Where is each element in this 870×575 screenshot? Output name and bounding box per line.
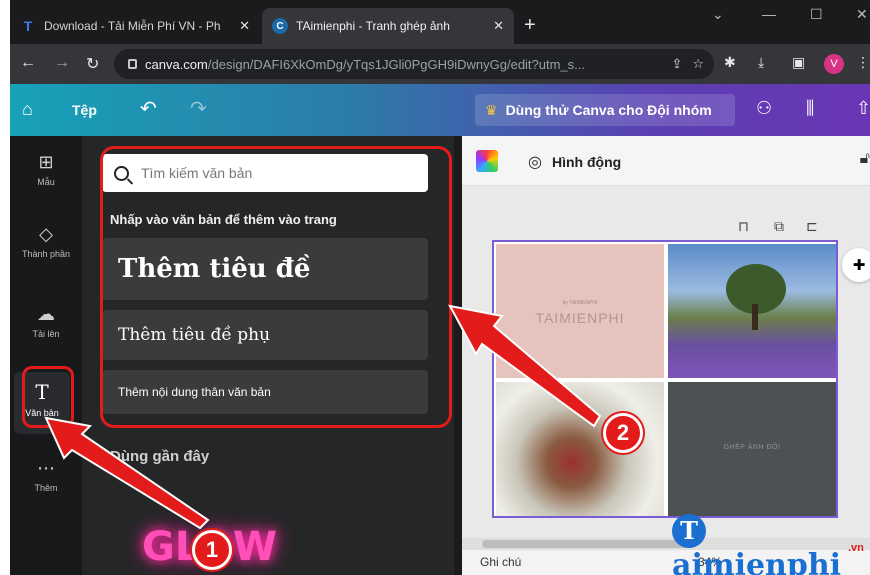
menu-kebab-icon[interactable]: ⋮ [856, 54, 870, 71]
animate-icon: ◎ [528, 154, 542, 171]
notes-button[interactable]: Ghi chú [480, 555, 521, 569]
back-arrow-icon[interactable]: ← [20, 54, 36, 72]
try-teams-label: Dùng thử Canva cho Đội nhóm [505, 102, 712, 118]
download-icon[interactable]: ⤓ [758, 54, 764, 71]
grid-icon: ⊞ [38, 152, 54, 172]
step-1-badge: 1 [192, 530, 232, 570]
watermark-suffix: .vn [848, 542, 864, 554]
rail-item-label: Mẫu [37, 177, 55, 187]
design-canvas[interactable]: by TAIMIENPHI TAIMIENPHI GHÉP ẢNH ĐÔI [492, 240, 838, 518]
lock-icon[interactable]: 🔓︎ [860, 150, 870, 168]
watermark-t-icon: T [672, 514, 706, 548]
animate-label: Hình động [551, 154, 622, 170]
new-tab-button[interactable]: + [524, 14, 536, 37]
reload-icon[interactable]: ↻ [86, 54, 99, 74]
undo-icon[interactable]: ↶ [140, 96, 157, 121]
crown-icon: ♛ [485, 101, 498, 118]
duplicate-page-icon[interactable]: ⧉ [774, 218, 784, 235]
watermark-text: aimienphi [672, 548, 842, 575]
rail-item-elements[interactable]: ◇ Thành phần [10, 224, 82, 259]
extensions-puzzle-icon[interactable]: ✱ [724, 54, 736, 71]
browser-tab-canva[interactable]: C TAimienphi - Tranh ghép ảnh ✕ [262, 8, 514, 44]
rail-item-label: Thêm [34, 483, 58, 493]
collage-cell-pink[interactable]: by TAIMIENPHI TAIMIENPHI [496, 244, 664, 378]
shapes-icon: ◇ [39, 224, 53, 244]
maximize-icon[interactable]: ☐ [810, 6, 823, 23]
tab-search-chevron-icon[interactable]: ⌄ [712, 6, 724, 23]
animate-button[interactable]: ◎ Hình động [528, 152, 621, 172]
browser-tab-download[interactable]: T Download - Tải Miễn Phí VN - Ph ✕ [10, 8, 260, 44]
comment-icon[interactable]: ✚ [842, 248, 870, 282]
rail-item-templates[interactable]: ⊞ Mẫu [10, 152, 82, 187]
editor-toolbar: ◎ Hình động 🔓︎ [462, 136, 870, 186]
scrollbar-thumb[interactable] [482, 540, 692, 548]
rail-item-uploads[interactable]: ☁ Tải lên [10, 304, 82, 339]
try-teams-button[interactable]: ♛ Dùng thử Canva cho Đội nhóm [475, 94, 735, 126]
taimienphi-favicon-icon: T [23, 18, 33, 34]
share-upload-icon[interactable]: ⇧ [856, 98, 870, 119]
collage-cell-dark[interactable]: GHÉP ẢNH ĐÔI [668, 382, 836, 516]
collage-cell-portrait-photo[interactable] [496, 382, 664, 516]
close-tab-icon[interactable]: ✕ [239, 18, 250, 34]
highlight-text-rail-item [22, 366, 74, 428]
side-rail: ⊞ Mẫu ◇ Thành phần ☁ Tải lên T Văn bản ⋯… [10, 136, 82, 575]
cell-caption: GHÉP ẢNH ĐÔI [723, 444, 781, 451]
more-icon: ⋯ [37, 458, 55, 478]
rail-item-more[interactable]: ⋯ Thêm [10, 458, 82, 493]
canva-header: ⌂ Tệp ↶ ↷ ♛ Dùng thử Canva cho Đội nhóm … [10, 84, 870, 136]
url-omnibox[interactable]: canva.com /design/DAFI6XkOmDg/yTqs1JGli0… [114, 49, 714, 79]
close-tab-icon[interactable]: ✕ [493, 18, 504, 34]
panel-collapse-handle[interactable] [454, 136, 462, 575]
color-swatch-icon[interactable] [476, 150, 498, 172]
close-window-icon[interactable]: ✕ [856, 6, 868, 23]
cloud-upload-icon: ☁ [37, 304, 55, 324]
highlight-text-panel [100, 146, 452, 428]
url-host: canva.com [145, 56, 208, 72]
address-bar-row: ← → ↻ canva.com /design/DAFI6XkOmDg/yTqs… [10, 44, 870, 84]
tree-trunk-image [752, 304, 758, 330]
browser-tab-strip: T Download - Tải Miễn Phí VN - Ph ✕ C TA… [10, 0, 870, 44]
tab-title: TAimienphi - Tranh ghép ảnh [296, 19, 450, 33]
rail-item-label: Tải lên [32, 329, 60, 339]
page-lock-icon[interactable]: ⊓ [738, 218, 749, 235]
collage-cell-landscape-photo[interactable] [668, 244, 836, 378]
cell-caption: TAIMIENPHI [535, 310, 625, 326]
share-icon[interactable]: ⇪ [671, 56, 682, 72]
redo-icon[interactable]: ↷ [190, 96, 207, 121]
design-editor: ◎ Hình động 🔓︎ ⊓ ⧉ ⊏ by TAIMIENPHI TAIMI… [462, 136, 870, 575]
profile-avatar[interactable]: V [824, 54, 844, 74]
add-page-icon[interactable]: ⊏ [806, 218, 818, 235]
star-bookmark-icon[interactable]: ☆ [692, 56, 704, 72]
forward-arrow-icon[interactable]: → [54, 54, 70, 72]
url-path: /design/DAFI6XkOmDg/yTqs1JGli0PgGH9iDwny… [207, 56, 586, 72]
tab-title: Download - Tải Miễn Phí VN - Ph [44, 19, 221, 33]
canva-favicon-icon: C [272, 18, 288, 34]
insights-chart-icon[interactable]: ⫼ [806, 98, 814, 119]
lock-icon [128, 59, 137, 69]
file-menu[interactable]: Tệp [72, 102, 97, 118]
recently-used-heading: Dùng gần đây [110, 448, 210, 465]
step-2-badge: 2 [603, 413, 643, 453]
taimienphi-watermark-logo: Taimienphi .vn [672, 512, 870, 575]
home-icon[interactable]: ⌂ [22, 99, 33, 120]
screenshot-frame: T Download - Tải Miễn Phí VN - Ph ✕ C TA… [10, 0, 870, 575]
add-people-icon[interactable]: ⚇ [756, 98, 772, 119]
side-panel-icon[interactable]: ▣ [792, 54, 805, 71]
rail-item-label: Thành phần [21, 249, 71, 259]
minimize-icon[interactable]: — [762, 6, 776, 22]
cell-caption-small: by TAIMIENPHI [562, 300, 598, 306]
